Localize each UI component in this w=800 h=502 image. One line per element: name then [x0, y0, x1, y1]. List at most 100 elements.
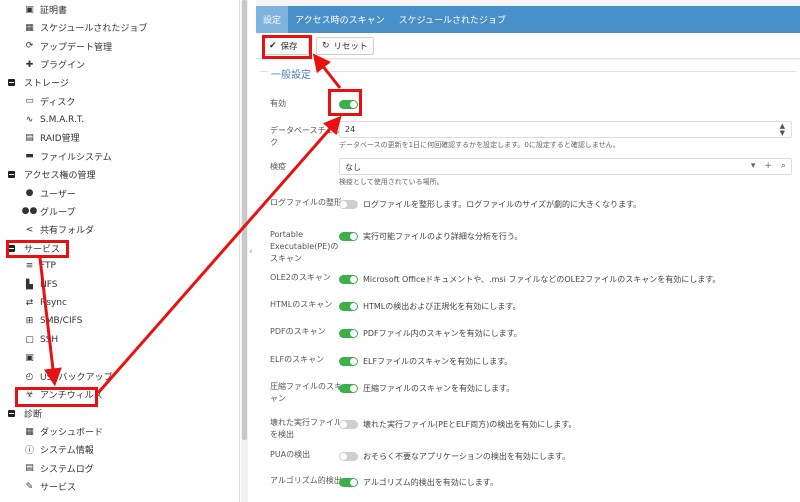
sidebar-category[interactable]: 診断 [0, 405, 239, 422]
sidebar-label: プラグイン [40, 61, 86, 72]
option-description: 圧縮ファイルのスキャンを有効にします。 [363, 384, 515, 393]
collapse-icon[interactable] [8, 409, 15, 417]
sidebar-item[interactable]: ⇄ Rsync [0, 295, 239, 312]
option-label: 圧縮ファイルのスキャン [270, 382, 342, 403]
undo-icon: ↻ [322, 41, 330, 51]
db-check-label: データベースチェック [270, 126, 342, 147]
sidebar-category[interactable]: アクセス権の管理 [0, 166, 239, 183]
puzzle-icon: ✚ [25, 59, 34, 70]
settings-form: 一般設定 有効 データベースチェック 24 ▲ ▼ データベースの更新を1日に何回… [256, 60, 800, 502]
option-label: HTMLのスキャン [270, 300, 333, 309]
option-description: Microsoft Officeドキュメントや、.msi ファイルなどのOLE2… [363, 275, 721, 284]
sidebar-item[interactable]: ☣ アンチウィルス [0, 386, 239, 404]
sidebar-label: SMB/CIFS [40, 316, 83, 327]
sidebar-item[interactable]: ▣ [0, 350, 239, 367]
sidebar-item[interactable]: ✚ プラグイン [0, 56, 239, 73]
sidebar-item[interactable]: ✎ サービス [0, 478, 239, 495]
sidebar-item[interactable]: ◴ USBバックアップ [0, 368, 239, 385]
sidebar-item[interactable]: ▢ SSH [0, 331, 239, 348]
option-description: アルゴリズム的検出を有効にします。 [363, 478, 498, 487]
sidebar-category[interactable]: ストレージ [0, 74, 239, 91]
sidebar-item[interactable]: ●● グループ [0, 203, 239, 220]
sidebar-label: 共有フォルダ [40, 226, 95, 237]
caret-down-icon[interactable]: ▾ [751, 161, 756, 171]
sidebar-item[interactable]: ⓘ システム情報 [0, 441, 239, 458]
option-toggle[interactable] [339, 420, 358, 429]
save-button[interactable]: ✔ 保存 [263, 37, 309, 55]
db-check-input[interactable]: 24 ▲ ▼ [339, 121, 792, 138]
sidebar-category[interactable]: サービス [0, 240, 239, 257]
reset-button[interactable]: ↻ リセット [316, 37, 374, 55]
sidebar-item[interactable]: ▭ ディスク [0, 93, 239, 110]
collapse-icon[interactable] [8, 79, 15, 87]
option-toggle[interactable] [339, 357, 358, 366]
tab-bar: 設定 アクセス時のスキャン スケジュールされたジョブ [256, 6, 800, 33]
option-toggle[interactable] [339, 302, 358, 311]
option-label: アルゴリズム的検出 [270, 476, 342, 485]
fieldset-line [260, 71, 796, 72]
sidebar-item[interactable]: ⟳ アップデート管理 [0, 38, 239, 55]
tab-settings[interactable]: 設定 [256, 6, 289, 33]
option-toggle[interactable] [339, 200, 358, 209]
sidebar-label: アップデート管理 [40, 42, 113, 53]
sidebar-item[interactable]: ⊞ SMB/CIFS [0, 313, 239, 330]
sidebar-label: アクセス権の管理 [24, 171, 96, 182]
sidebar-item[interactable]: ≡ FTP [0, 258, 239, 275]
certificate-icon: ▣ [25, 4, 34, 15]
sidebar-item[interactable]: ▦ ダッシュボード [0, 423, 239, 440]
option-toggle[interactable] [339, 478, 358, 487]
search-icon[interactable]: ⌕ [781, 161, 786, 171]
quarantine-help: 検疫として使用されている場所。 [339, 178, 444, 186]
sidebar-item[interactable]: ▦ スケジュールされたジョブ [0, 19, 239, 36]
sidebar-item[interactable]: ▤ RAID管理 [0, 129, 239, 146]
sidebar-label: Rsync [40, 298, 67, 309]
wrench-icon: ✎ [25, 481, 34, 492]
reset-label: リセット [333, 42, 368, 52]
collapse-icon[interactable] [8, 244, 15, 252]
rsync-icon: ⇄ [25, 298, 34, 309]
scrollbar-thumb[interactable] [242, 0, 247, 440]
sidebar-item[interactable]: ▤ システムログ [0, 460, 239, 477]
quarantine-label: 検疫 [270, 162, 286, 171]
option-toggle[interactable] [339, 275, 358, 284]
option-toggle[interactable] [339, 232, 358, 241]
info-icon: ⓘ [24, 446, 34, 457]
option-toggle[interactable] [339, 384, 358, 393]
sidebar-label: サービス [40, 483, 77, 494]
sidebar-label: S.M.A.R.T. [40, 114, 85, 125]
save-label: 保存 [280, 42, 298, 52]
collapse-icon[interactable] [8, 171, 15, 179]
sidebar-item[interactable]: < 共有フォルダ [0, 221, 239, 238]
sidebar-scrollbar[interactable] [241, 0, 248, 502]
sidebar-label: スケジュールされたジョブ [40, 24, 148, 35]
sidebar-label: ファイルシステム [40, 152, 112, 163]
sidebar-label: RAID管理 [40, 134, 80, 145]
quarantine-select[interactable]: なし ▾ + ⌕ [339, 158, 792, 175]
option-toggle[interactable] [339, 452, 358, 461]
sidebar-label: 証明書 [40, 6, 68, 16]
biohazard-icon: ☣ [25, 389, 34, 400]
dashboard-icon: ▦ [25, 426, 34, 437]
sidebar-label: FTP [40, 261, 56, 272]
service-icon: ▣ [25, 353, 34, 364]
option-label: 壊れた実行ファイルを検出 [270, 418, 342, 439]
option-label: ログファイルの整形 [270, 198, 342, 207]
option-label: OLE2のスキャン [270, 273, 331, 282]
sidebar-item[interactable]: ∿ S.M.A.R.T. [0, 111, 239, 128]
spinner-icon[interactable]: ▲ ▼ [780, 123, 785, 137]
folder-icon: ▬ [25, 151, 34, 162]
enabled-toggle[interactable] [339, 100, 358, 109]
plus-icon[interactable]: + [764, 161, 772, 171]
sidebar-item[interactable]: ▣ 証明書 [0, 1, 239, 18]
option-description: 壊れた実行ファイル(PEとELF両方)の検出を有効にします。 [363, 420, 577, 429]
tab-on-access-scan[interactable]: アクセス時のスキャン [288, 6, 392, 33]
group-icon: ●● [21, 206, 38, 217]
option-label: PUAの検出 [270, 450, 311, 459]
sidebar-item[interactable]: ▙ NFS [0, 276, 239, 293]
sidebar-item[interactable]: ● ユーザー [0, 185, 239, 202]
option-toggle[interactable] [339, 329, 358, 338]
sidebar-item[interactable]: ▬ ファイルシステム [0, 148, 239, 165]
collapse-handle-icon[interactable]: ‹ [249, 247, 253, 257]
quarantine-value: なし [345, 163, 361, 172]
tab-scheduled-jobs[interactable]: スケジュールされたジョブ [392, 6, 513, 33]
